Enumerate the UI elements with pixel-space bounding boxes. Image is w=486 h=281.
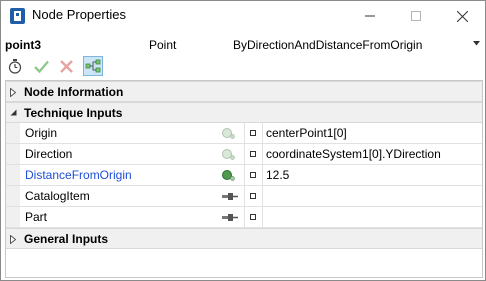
collapse-triangle-icon xyxy=(10,109,17,116)
active-dot-icon[interactable] xyxy=(221,169,239,182)
expand-triangle-icon xyxy=(10,88,16,97)
plug-icon[interactable] xyxy=(221,211,239,224)
row-gutter xyxy=(6,207,20,227)
minimize-icon xyxy=(365,15,375,17)
close-icon xyxy=(456,10,468,22)
close-button[interactable] xyxy=(439,1,485,31)
row-gutter xyxy=(6,165,20,185)
graph-view-button[interactable] xyxy=(83,56,103,76)
title-bar: Node Properties xyxy=(1,1,485,31)
section-label: Technique Inputs xyxy=(24,106,123,120)
connected-dot-icon[interactable] xyxy=(221,127,239,140)
input-value[interactable]: 12.5 xyxy=(266,168,289,182)
link-checkbox[interactable] xyxy=(250,193,256,199)
section-general-inputs[interactable]: General Inputs xyxy=(6,228,482,249)
stopwatch-icon xyxy=(8,58,22,74)
app-icon xyxy=(10,8,25,24)
window-title: Node Properties xyxy=(32,7,126,22)
input-name: Part xyxy=(25,210,48,224)
input-row-catalog-item[interactable]: CatalogItem xyxy=(6,186,482,207)
toolbar xyxy=(5,55,205,77)
properties-panel: Node Information Technique Inputs Origin… xyxy=(5,80,483,278)
checkmark-icon xyxy=(33,60,49,73)
row-gutter xyxy=(6,123,20,143)
graph-icon xyxy=(85,59,101,73)
input-value[interactable]: centerPoint1[0] xyxy=(266,126,347,140)
node-properties-window: Node Properties point3 Point ByDirection… xyxy=(0,0,486,281)
link-checkbox[interactable] xyxy=(250,214,256,220)
section-technique-inputs[interactable]: Technique Inputs xyxy=(6,102,482,123)
technique-dropdown[interactable]: ByDirectionAndDistanceFromOrigin xyxy=(229,35,483,55)
technique-selected: ByDirectionAndDistanceFromOrigin xyxy=(233,38,423,52)
section-label: General Inputs xyxy=(24,232,109,246)
node-name: point3 xyxy=(5,38,41,52)
input-row-direction[interactable]: Direction coordinateSystem1[0].YDirectio… xyxy=(6,144,482,165)
link-checkbox[interactable] xyxy=(250,130,256,136)
input-row-part[interactable]: Part xyxy=(6,207,482,228)
chevron-down-icon xyxy=(473,41,480,46)
node-type: Point xyxy=(149,38,177,52)
row-gutter xyxy=(6,144,20,164)
section-node-information[interactable]: Node Information xyxy=(6,81,482,102)
section-label: Node Information xyxy=(24,85,124,99)
apply-button[interactable] xyxy=(31,56,51,76)
cross-icon xyxy=(59,59,73,73)
input-name: Origin xyxy=(25,126,58,140)
maximize-button[interactable] xyxy=(393,1,439,31)
expand-triangle-icon xyxy=(10,235,16,244)
plug-icon[interactable] xyxy=(221,190,239,203)
input-name: Direction xyxy=(25,147,73,161)
minimize-button[interactable] xyxy=(347,1,393,31)
input-value[interactable]: coordinateSystem1[0].YDirection xyxy=(266,147,441,161)
cancel-button[interactable] xyxy=(56,56,76,76)
input-name: CatalogItem xyxy=(25,189,90,203)
connected-dot-icon[interactable] xyxy=(221,148,239,161)
link-checkbox[interactable] xyxy=(250,172,256,178)
maximize-icon xyxy=(411,11,421,21)
input-name: DistanceFromOrigin xyxy=(25,168,132,182)
row-gutter xyxy=(6,186,20,206)
link-checkbox[interactable] xyxy=(250,151,256,157)
input-row-origin[interactable]: Origin centerPoint1[0] xyxy=(6,123,482,144)
input-row-distance-from-origin[interactable]: DistanceFromOrigin 12.5 xyxy=(6,165,482,186)
stopwatch-button[interactable] xyxy=(5,56,25,76)
